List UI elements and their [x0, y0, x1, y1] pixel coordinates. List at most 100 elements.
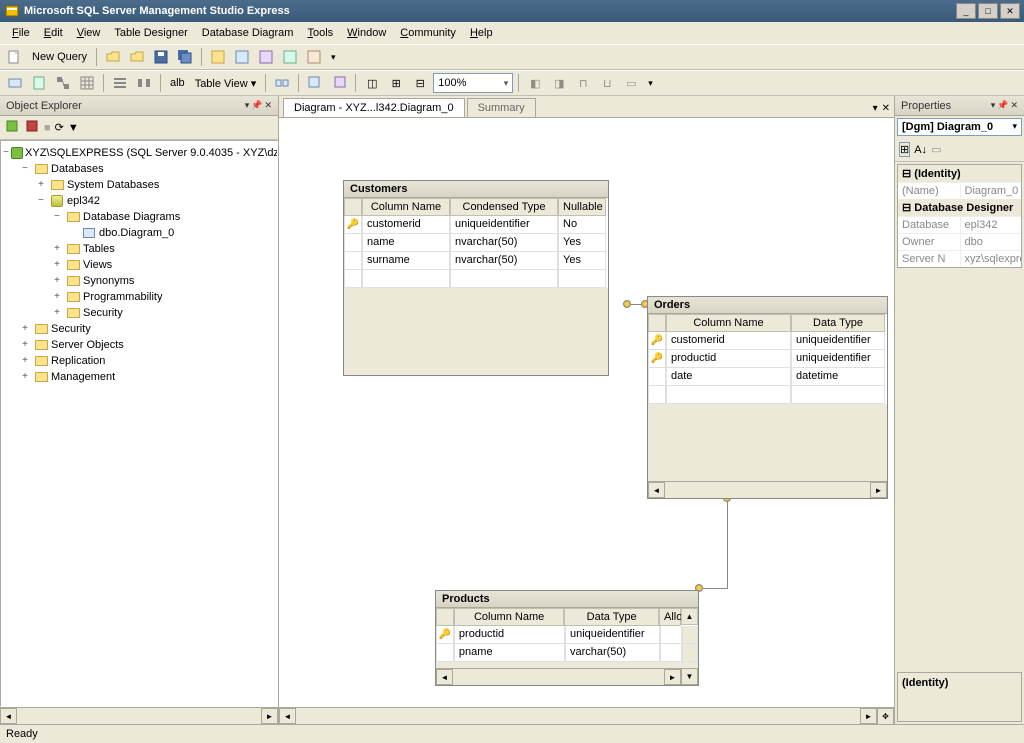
tree-diagram0[interactable]: dbo.Diagram_0 — [1, 225, 277, 241]
toolbar2-overflow-icon[interactable]: ▾ — [644, 78, 657, 89]
oe-disconnect-icon[interactable] — [24, 118, 40, 137]
oe-pin-icon[interactable]: 📌 — [251, 100, 262, 111]
menu-table-designer[interactable]: Table Designer — [108, 25, 193, 41]
tb2-o-icon[interactable]: ⊓ — [572, 72, 594, 94]
toolbar-overflow-icon[interactable]: ▾ — [327, 52, 340, 63]
table-customers-title[interactable]: Customers — [344, 181, 608, 198]
tb2-h-icon[interactable] — [304, 72, 326, 94]
table-row[interactable]: surnamenvarchar(50)Yes — [344, 252, 608, 270]
table-row[interactable] — [648, 386, 887, 404]
table-products-title[interactable]: Products — [436, 591, 698, 608]
table-row[interactable]: namenvarchar(50)Yes — [344, 234, 608, 252]
tb2-b-icon[interactable] — [28, 72, 50, 94]
menu-help[interactable]: Help — [464, 25, 499, 41]
expand-icon[interactable]: ⊟ — [902, 202, 911, 214]
tree-management[interactable]: +Management — [1, 369, 277, 385]
prop-pages-icon[interactable]: ▭ — [931, 143, 941, 156]
tree-programmability[interactable]: +Programmability — [1, 289, 277, 305]
tb2-d-icon[interactable] — [76, 72, 98, 94]
menu-window[interactable]: Window — [341, 25, 392, 41]
products-hscroll[interactable]: ◄► — [436, 668, 681, 685]
properties-grid[interactable]: ⊟ (Identity) (Name)Diagram_0 ⊟ Database … — [897, 164, 1022, 268]
zoom-combo[interactable]: 100% — [433, 73, 513, 93]
tb2-f-icon[interactable] — [133, 72, 155, 94]
tree-security[interactable]: +Security — [1, 305, 277, 321]
tree-databases[interactable]: −Databases — [1, 161, 277, 177]
prop-close-icon[interactable]: ✕ — [1010, 100, 1018, 111]
table-row[interactable]: pnamevarchar(50) — [436, 644, 698, 662]
menu-view[interactable]: View — [71, 25, 107, 41]
tb2-n-icon[interactable]: ◨ — [548, 72, 570, 94]
tb-save-icon[interactable] — [150, 46, 172, 68]
prop-dropdown-icon[interactable]: ▾ — [991, 100, 996, 111]
tree-synonyms[interactable]: +Synonyms — [1, 273, 277, 289]
prop-alpha-icon[interactable]: A↓ — [914, 144, 927, 156]
tb-open2-icon[interactable] — [126, 46, 148, 68]
table-row[interactable]: 🔑productiduniqueidentifier — [648, 350, 887, 368]
tb2-e-icon[interactable] — [109, 72, 131, 94]
expand-icon[interactable]: ⊟ — [902, 168, 911, 180]
prop-pin-icon[interactable]: 📌 — [997, 100, 1008, 111]
tree-server[interactable]: −XYZ\SQLEXPRESS (SQL Server 9.0.4035 - X… — [1, 145, 277, 161]
oe-dropdown-icon[interactable]: ▾ — [245, 100, 250, 111]
tb2-k-icon[interactable]: ⊞ — [385, 72, 407, 94]
tb-t2-icon[interactable] — [231, 46, 253, 68]
close-button[interactable]: ✕ — [1000, 3, 1020, 19]
tab-dropdown-icon[interactable]: ▾ — [873, 103, 878, 114]
table-customers[interactable]: Customers Column NameCondensed TypeNulla… — [343, 180, 609, 376]
oe-refresh-icon[interactable]: ⟳ — [55, 121, 64, 134]
menu-tools[interactable]: Tools — [301, 25, 339, 41]
menu-community[interactable]: Community — [394, 25, 462, 41]
tb2-p-icon[interactable]: ⊔ — [596, 72, 618, 94]
tb2-l-icon[interactable]: ⊟ — [409, 72, 431, 94]
table-orders[interactable]: Orders Column NameData Type 🔑customeridu… — [647, 296, 888, 499]
orders-hscroll[interactable]: ◄► — [648, 481, 887, 498]
minimize-button[interactable]: _ — [956, 3, 976, 19]
tb2-c-icon[interactable] — [52, 72, 74, 94]
table-orders-title[interactable]: Orders — [648, 297, 887, 314]
prop-categorized-icon[interactable]: ⊞ — [899, 142, 910, 157]
tb-t5-icon[interactable] — [303, 46, 325, 68]
new-query-icon[interactable] — [4, 46, 26, 68]
tree-database-diagrams[interactable]: −Database Diagrams — [1, 209, 277, 225]
tb-t4-icon[interactable] — [279, 46, 301, 68]
tab-diagram[interactable]: Diagram - XYZ...l342.Diagram_0 — [283, 98, 465, 117]
tree-security2[interactable]: +Security — [1, 321, 277, 337]
maximize-button[interactable]: □ — [978, 3, 998, 19]
products-vscroll-down[interactable]: ▼ — [681, 668, 698, 685]
tb2-m-icon[interactable]: ◧ — [524, 72, 546, 94]
table-row[interactable]: 🔑customeriduniqueidentifier — [648, 332, 887, 350]
menu-file[interactable]: File — [6, 25, 36, 41]
table-view-button[interactable]: Table View ▾ — [191, 77, 261, 90]
tb2-g-icon[interactable] — [271, 72, 293, 94]
tree-replication[interactable]: +Replication — [1, 353, 277, 369]
menu-edit[interactable]: Edit — [38, 25, 69, 41]
tree-epl342[interactable]: −epl342 — [1, 193, 277, 209]
tb2-q-icon[interactable]: ▭ — [620, 72, 642, 94]
diagram-canvas[interactable]: Customers Column NameCondensed TypeNulla… — [279, 118, 894, 707]
tab-close-icon[interactable]: ✕ — [882, 103, 890, 114]
tb2-a-icon[interactable] — [4, 72, 26, 94]
table-row[interactable]: 🔑productiduniqueidentifier — [436, 626, 698, 644]
tb-t3-icon[interactable] — [255, 46, 277, 68]
oe-connect-icon[interactable] — [4, 118, 20, 137]
new-query-button[interactable]: New Query — [28, 51, 91, 63]
table-products[interactable]: Products Column NameData TypeAllo▲ 🔑prod… — [435, 590, 699, 686]
oe-close-icon[interactable]: ✕ — [264, 100, 272, 111]
tab-summary[interactable]: Summary — [467, 98, 536, 117]
oe-filter-icon[interactable]: ▼ — [68, 122, 79, 134]
tb2-i-icon[interactable] — [328, 72, 350, 94]
menu-database-diagram[interactable]: Database Diagram — [196, 25, 300, 41]
table-row[interactable] — [344, 270, 608, 288]
tb-saveall-icon[interactable] — [174, 46, 196, 68]
object-explorer-tree[interactable]: −XYZ\SQLEXPRESS (SQL Server 9.0.4035 - X… — [0, 140, 278, 707]
table-row[interactable]: datedatetime — [648, 368, 887, 386]
tree-tables[interactable]: +Tables — [1, 241, 277, 257]
table-row[interactable]: 🔑customeriduniqueidentifierNo — [344, 216, 608, 234]
tb-open-icon[interactable] — [102, 46, 124, 68]
tb2-j-icon[interactable]: ◫ — [361, 72, 383, 94]
tree-system-databases[interactable]: +System Databases — [1, 177, 277, 193]
tree-server-objects[interactable]: +Server Objects — [1, 337, 277, 353]
properties-selector[interactable]: [Dgm] Diagram_0▾ — [897, 118, 1022, 136]
tb-t1-icon[interactable] — [207, 46, 229, 68]
